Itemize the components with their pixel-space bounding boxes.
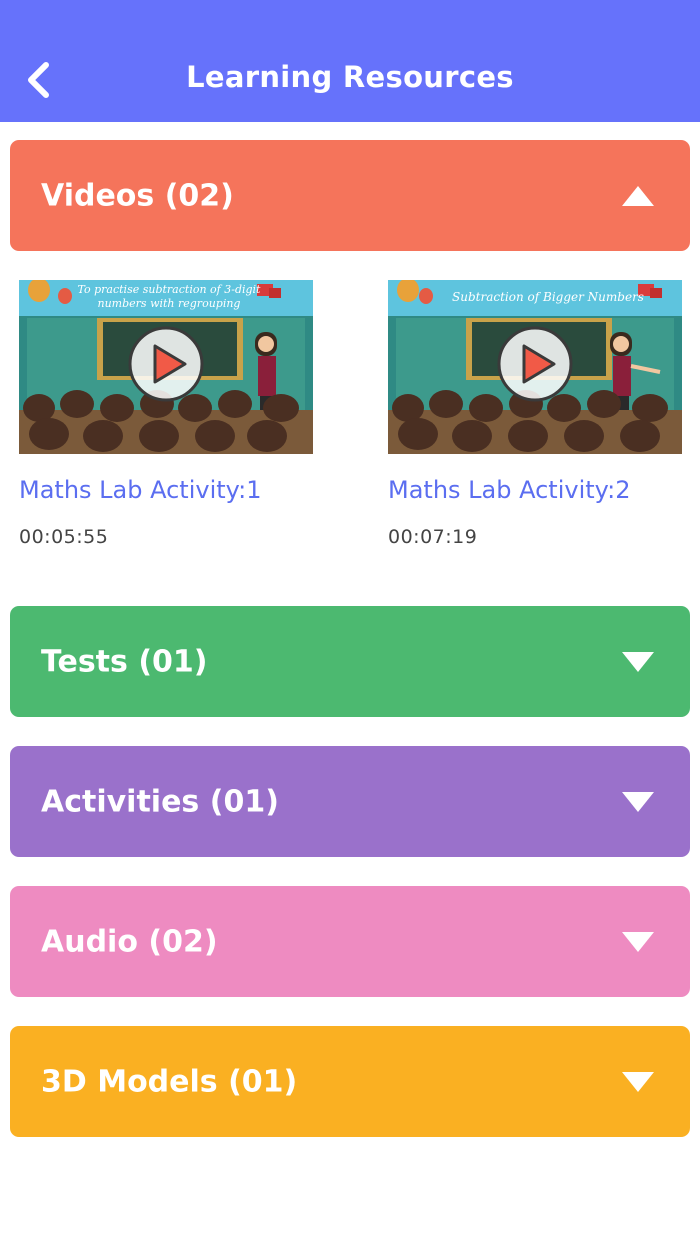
section-tests[interactable]: Tests (01) — [10, 606, 690, 717]
section-label: Tests (01) — [41, 644, 208, 679]
page-title: Learning Resources — [186, 60, 514, 94]
triangle-down-icon — [622, 651, 654, 672]
section-label: 3D Models (01) — [41, 1064, 298, 1099]
video-duration: 00:07:19 — [388, 526, 478, 548]
video-card-1[interactable]: To practise subtraction of 3-digit numbe… — [19, 280, 313, 548]
triangle-down-icon — [622, 931, 654, 952]
section-label: Audio (02) — [41, 924, 218, 959]
video-thumbnail[interactable]: To practise subtraction of 3-digit numbe… — [19, 280, 313, 454]
section-audio[interactable]: Audio (02) — [10, 886, 690, 997]
video-title[interactable]: Maths Lab Activity:2 — [388, 476, 682, 504]
triangle-down-icon — [622, 791, 654, 812]
section-label: Videos (02) — [41, 178, 234, 213]
video-title[interactable]: Maths Lab Activity:1 — [19, 476, 313, 504]
section-3d-models[interactable]: 3D Models (01) — [10, 1026, 690, 1137]
video-card-2[interactable]: Subtraction of Bigger Numbers Maths Lab … — [388, 280, 682, 548]
thumbnail-caption: Subtraction of Bigger Numbers — [452, 290, 644, 304]
video-thumbnail[interactable]: Subtraction of Bigger Numbers — [388, 280, 682, 454]
play-icon[interactable] — [497, 326, 573, 402]
thumbnail-caption-line2: numbers with regrouping — [98, 297, 241, 310]
play-icon[interactable] — [128, 326, 204, 402]
section-label: Activities (01) — [41, 784, 279, 819]
triangle-up-icon — [622, 185, 654, 206]
video-duration: 00:05:55 — [19, 526, 109, 548]
thumbnail-caption: To practise subtraction of 3-digit — [78, 283, 262, 296]
section-activities[interactable]: Activities (01) — [10, 746, 690, 857]
app-header: Learning Resources — [0, 0, 700, 122]
triangle-down-icon — [622, 1071, 654, 1092]
section-videos[interactable]: Videos (02) — [10, 140, 690, 251]
